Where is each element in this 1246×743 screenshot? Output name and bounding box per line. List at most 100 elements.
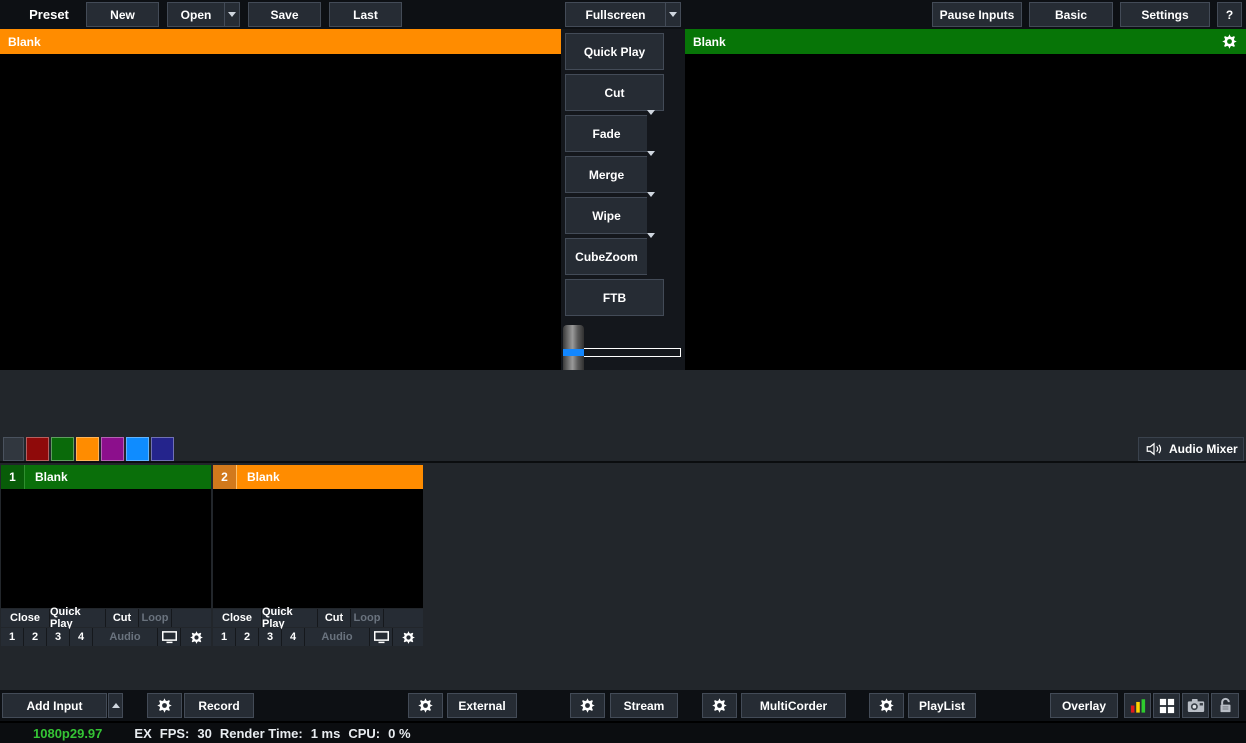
preview-video-area[interactable] [0,54,561,370]
open-preset-button[interactable]: Open [167,2,224,27]
output-settings-button[interactable] [1221,33,1238,50]
snapshot-button[interactable] [1182,693,1209,718]
merge-split-button: Merge [565,156,664,193]
input-2-loop-button[interactable]: Loop [351,609,383,627]
settings-button[interactable]: Settings [1120,2,1210,27]
fade-dropdown[interactable] [647,115,664,152]
merge-button[interactable]: Merge [565,156,647,193]
multiview-grid-button[interactable] [1153,693,1180,718]
input-2-overlay-2-button[interactable]: 2 [236,628,258,646]
color-swatch-orange[interactable] [76,437,99,461]
new-preset-button[interactable]: New [86,2,159,27]
render-time-value: 1 ms [311,726,341,741]
preset-label: Preset [20,7,78,22]
input-2: 2 Blank Close Quick Play Cut Loop 1 2 3 … [213,465,423,646]
monitor-icon [374,631,389,644]
pause-inputs-button[interactable]: Pause Inputs [932,2,1022,27]
tbar-track[interactable] [578,348,681,357]
overlay-button[interactable]: Overlay [1050,693,1118,718]
save-preset-button[interactable]: Save [248,2,321,27]
input-2-number: 2 [213,465,237,489]
input-1-quick-play-button[interactable]: Quick Play [50,609,105,627]
multicorder-settings-button[interactable] [702,693,737,718]
input-2-close-button[interactable]: Close [213,609,261,627]
input-1-cut-button[interactable]: Cut [106,609,138,627]
cubezoom-split-button: CubeZoom [565,238,664,275]
fade-button[interactable]: Fade [565,115,647,152]
input-1-settings-button[interactable] [181,628,211,646]
input-1-audio-button[interactable]: Audio [93,628,157,646]
cubezoom-button[interactable]: CubeZoom [565,238,647,275]
external-button[interactable]: External [447,693,517,718]
basic-mode-button[interactable]: Basic [1029,2,1113,27]
help-button[interactable]: ? [1217,2,1242,27]
input-2-overlay-3-button[interactable]: 3 [259,628,281,646]
input-1-overlay-3-button[interactable]: 3 [47,628,69,646]
open-preset-split-button: Open [167,2,240,27]
color-swatch-green[interactable] [51,437,74,461]
input-2-fullscreen-monitor-button[interactable] [370,628,392,646]
input-2-quick-play-button[interactable]: Quick Play [262,609,317,627]
input-2-footer-spacer [384,609,423,627]
record-button[interactable]: Record [184,693,254,718]
stream-settings-button[interactable] [570,693,605,718]
fps-label: FPS: [160,726,190,741]
ftb-button[interactable]: FTB [565,279,664,316]
quick-play-button[interactable]: Quick Play [565,33,664,70]
multicorder-button[interactable]: MultiCorder [741,693,846,718]
gear-icon [579,697,596,714]
playlist-button[interactable]: PlayList [908,693,976,718]
preview-monitor: Blank [0,29,561,370]
input-2-title-bar[interactable]: 2 Blank [213,465,423,489]
last-preset-button[interactable]: Last [329,2,402,27]
color-swatch-none[interactable] [3,437,24,461]
input-1-loop-button[interactable]: Loop [139,609,171,627]
input-2-overlay-4-button[interactable]: 4 [282,628,304,646]
color-group-strip: Audio Mixer [0,370,1246,463]
add-input-button[interactable]: Add Input [2,693,107,718]
output-video-area[interactable] [685,54,1246,370]
input-1-overlay-2-button[interactable]: 2 [24,628,46,646]
render-time-label: Render Time: [220,726,303,741]
input-2-overlay-1-button[interactable]: 1 [213,628,235,646]
ex-indicator: EX [134,726,151,741]
fullscreen-dropdown[interactable] [665,2,681,27]
add-input-dropdown[interactable] [108,693,123,718]
color-swatch-red[interactable] [26,437,49,461]
open-preset-dropdown[interactable] [224,2,240,27]
input-1-video-area[interactable] [1,489,211,608]
input-1-fullscreen-monitor-button[interactable] [158,628,180,646]
input-2-cut-button[interactable]: Cut [318,609,350,627]
input-1-title-bar[interactable]: 1 Blank [1,465,211,489]
monitor-icon [162,631,177,644]
audio-levels-icon [1130,697,1146,714]
color-swatch-navy[interactable] [151,437,174,461]
chevron-down-icon [647,192,655,211]
color-swatch-blue[interactable] [126,437,149,461]
input-2-audio-button[interactable]: Audio [305,628,369,646]
external-settings-button[interactable] [408,693,443,718]
input-1-overlay-4-button[interactable]: 4 [70,628,92,646]
input-1-overlay-1-button[interactable]: 1 [1,628,23,646]
color-swatch-purple[interactable] [101,437,124,461]
stream-button[interactable]: Stream [610,693,678,718]
record-settings-button[interactable] [147,693,182,718]
merge-dropdown[interactable] [647,156,664,193]
audio-mixer-button[interactable]: Audio Mixer [1138,437,1244,461]
fullscreen-button[interactable]: Fullscreen [565,2,665,27]
cut-button[interactable]: Cut [565,74,664,111]
lock-interface-button[interactable] [1211,693,1239,718]
cubezoom-dropdown[interactable] [647,238,664,275]
input-1-close-button[interactable]: Close [1,609,49,627]
cpu-value: 0 % [388,726,410,741]
bottom-toolbar: Add Input Record External Stream MultiCo… [0,690,1246,721]
playlist-settings-button[interactable] [869,693,904,718]
gear-icon [878,697,895,714]
input-1-controls-row1: Close Quick Play Cut Loop [1,609,211,627]
input-2-video-area[interactable] [213,489,423,608]
audio-levels-button[interactable] [1124,693,1151,718]
gear-icon [156,697,173,714]
wipe-dropdown[interactable] [647,197,664,234]
wipe-button[interactable]: Wipe [565,197,647,234]
input-2-settings-button[interactable] [393,628,423,646]
